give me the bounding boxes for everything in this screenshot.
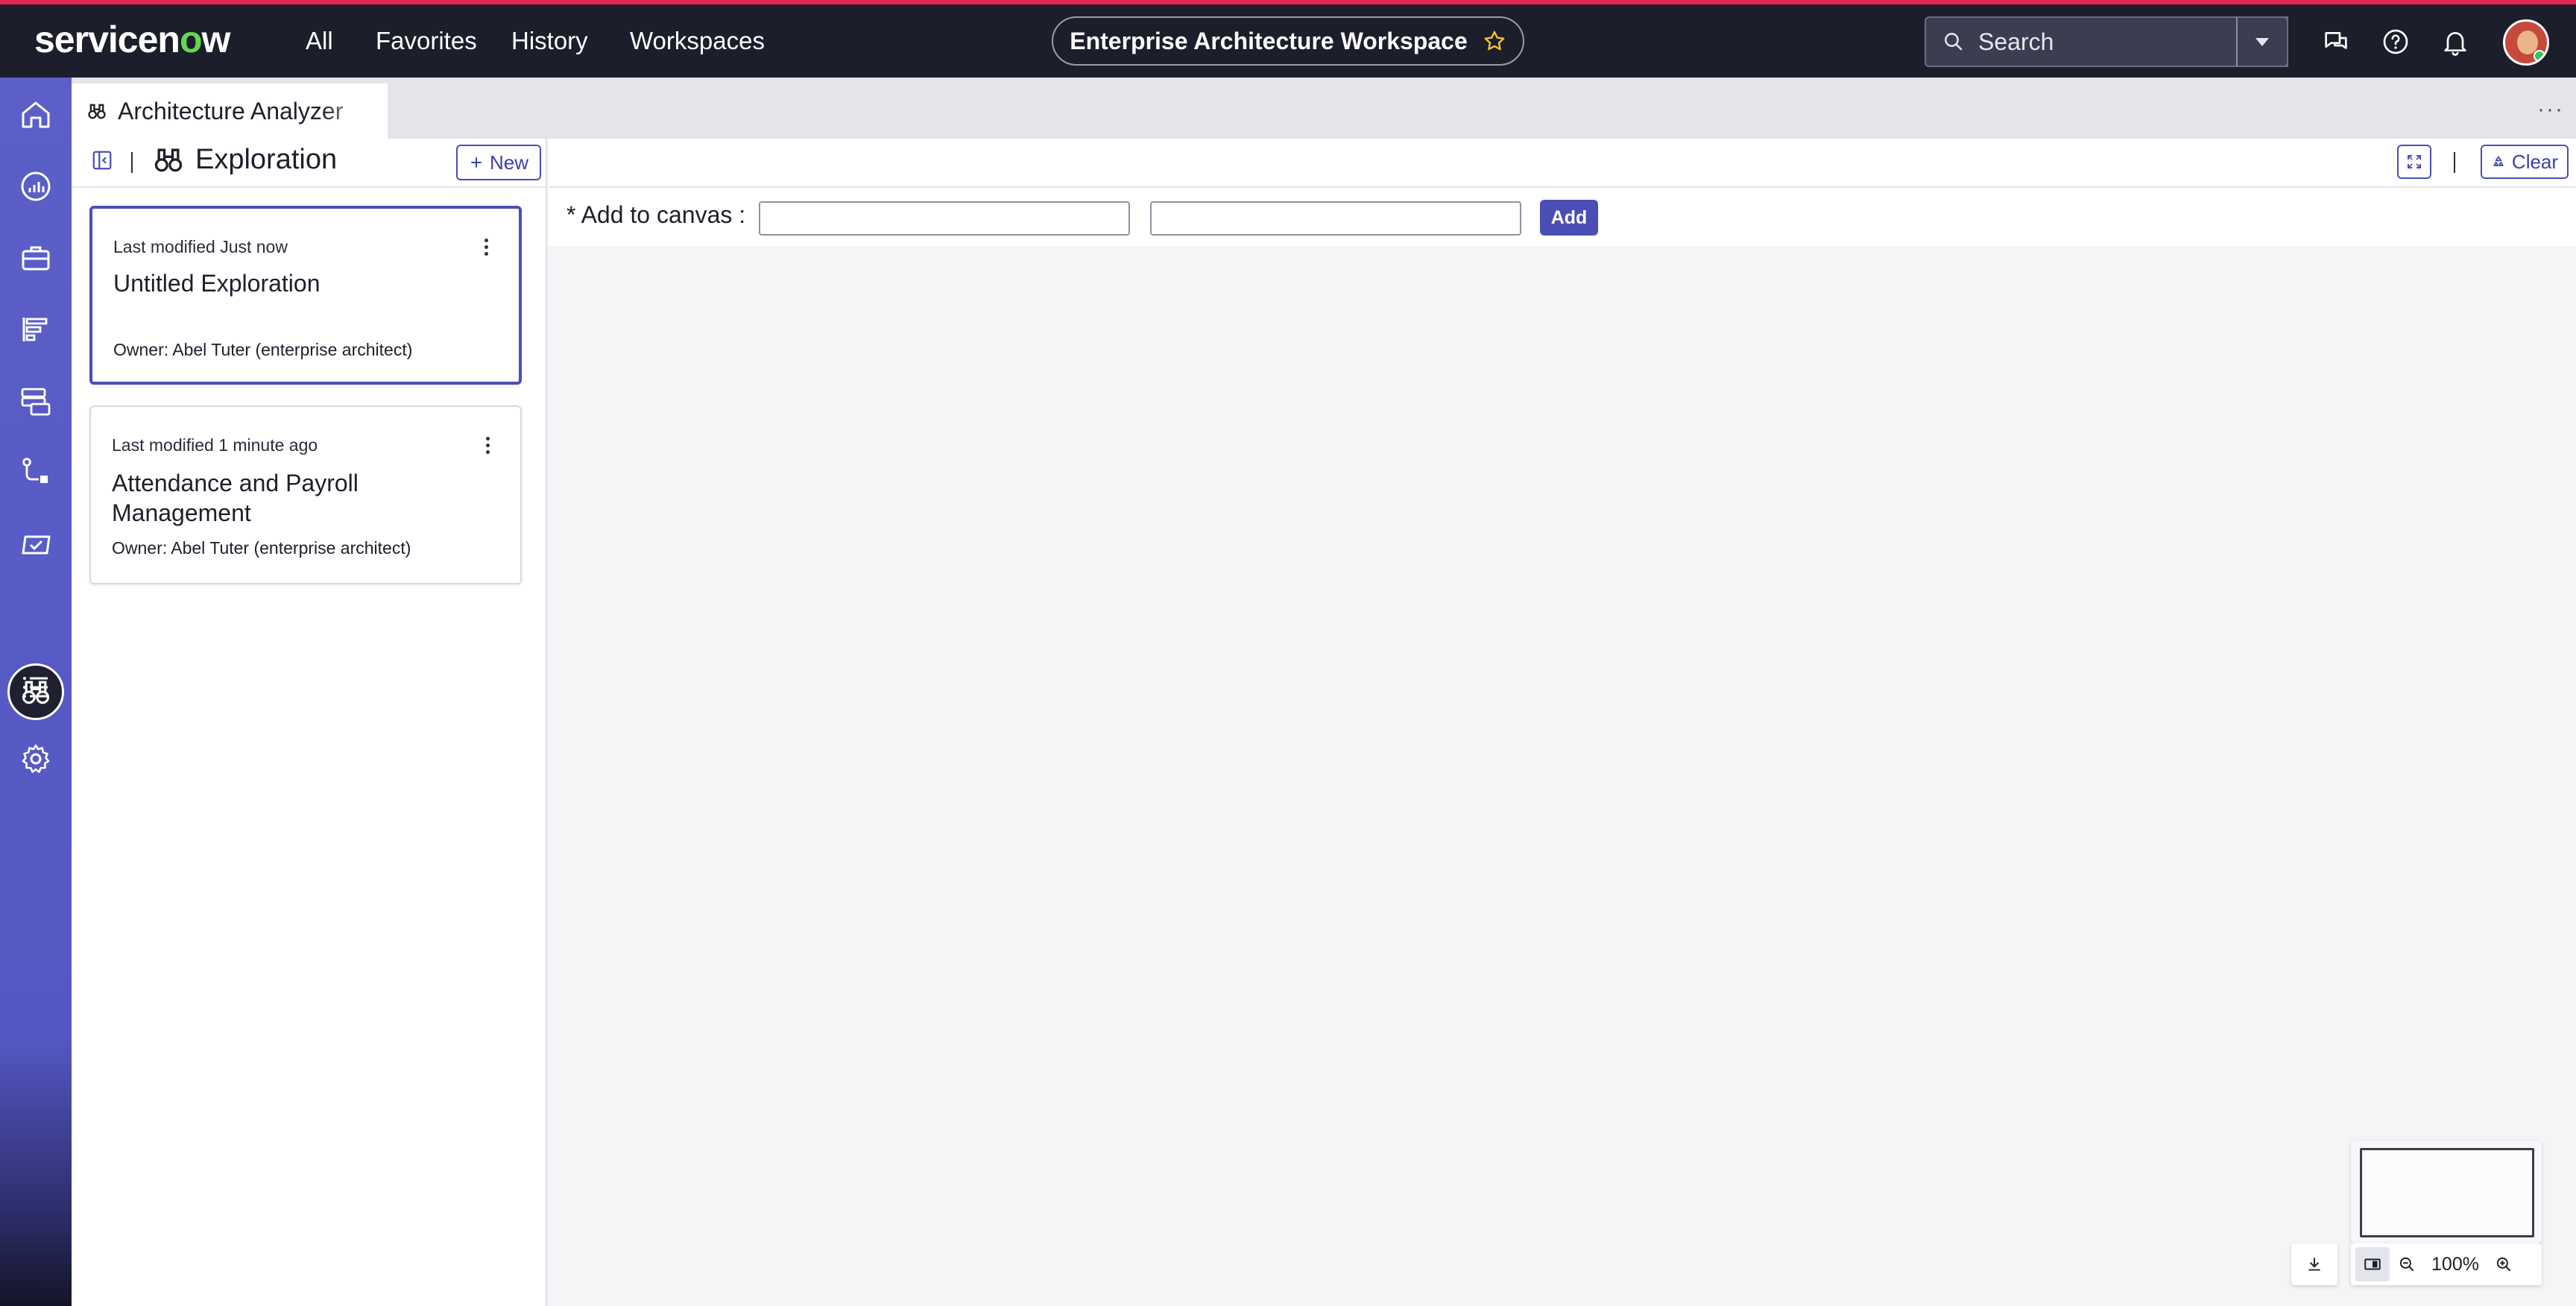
left-rail (0, 78, 72, 1306)
minimap-icon (2363, 1255, 2382, 1274)
roadmap-icon[interactable] (18, 312, 54, 347)
tab-strip (72, 78, 2576, 139)
search-scope-dropdown[interactable] (2236, 16, 2288, 67)
new-exploration-button[interactable]: New (456, 145, 541, 180)
logo-text: servicen (34, 19, 180, 60)
star-icon[interactable] (1483, 29, 1506, 53)
kebab-menu-icon[interactable] (484, 239, 489, 259)
tab-fade (321, 83, 388, 139)
zoom-controls: 100% (2351, 1243, 2542, 1285)
fullscreen-button[interactable] (2397, 145, 2431, 179)
collapse-panel-icon[interactable] (91, 149, 113, 171)
add-to-canvas-label: * Add to canvas : (566, 201, 746, 228)
logo-text-o: o (179, 19, 203, 60)
plus-icon (469, 155, 484, 170)
expand-icon (2405, 153, 2423, 171)
nav-all[interactable]: All (306, 27, 333, 55)
bell-icon[interactable] (2440, 27, 2470, 57)
binoculars-icon (86, 101, 107, 122)
top-header: servicenow All Favorites History Workspa… (0, 0, 2576, 78)
exploration-card[interactable]: Last modified 1 minute ago Attendance an… (89, 406, 522, 584)
more-options-icon[interactable]: ··· (2537, 97, 2564, 122)
add-button[interactable]: Add (1540, 200, 1598, 236)
card-last-modified: Last modified Just now (113, 237, 288, 256)
exploration-canvas[interactable] (549, 246, 2576, 1306)
new-button-label: New (489, 151, 528, 174)
kebab-menu-icon[interactable] (486, 437, 490, 457)
zoom-level: 100% (2431, 1253, 2479, 1275)
clear-button[interactable]: Clear (2481, 145, 2569, 179)
add-to-canvas-input-2[interactable] (1150, 201, 1521, 236)
logo-text-w: w (201, 19, 230, 60)
analytics-icon[interactable] (18, 168, 54, 204)
servicenow-logo[interactable]: servicenow (34, 18, 230, 61)
exploration-panel: Exploration New Last modified Just now U… (72, 139, 547, 1306)
settings-icon[interactable] (18, 741, 54, 777)
clear-label: Clear (2511, 150, 2559, 173)
chevron-down-icon (2253, 36, 2271, 48)
tab-architecture-analyzer[interactable]: Architecture Analyzer (72, 83, 388, 139)
presence-indicator (2534, 50, 2545, 62)
home-icon[interactable] (18, 97, 54, 133)
binoculars-icon (152, 143, 185, 176)
data-icon[interactable] (18, 383, 54, 419)
exploration-card[interactable]: Last modified Just now Untitled Explorat… (89, 206, 522, 385)
panel-header: Exploration New (72, 139, 547, 188)
briefcase-icon[interactable] (18, 240, 54, 276)
zoom-out-button[interactable] (2390, 1247, 2424, 1281)
tab-label: Architecture Analyzer (118, 97, 344, 124)
workspace-title-pill[interactable]: Enterprise Architecture Workspace (1052, 16, 1524, 66)
card-title: Attendance and Payroll Management (112, 470, 359, 526)
search-icon (1942, 31, 1965, 53)
nav-history[interactable]: History (511, 27, 588, 55)
check-icon[interactable] (18, 526, 54, 562)
zoom-out-icon (2397, 1255, 2416, 1274)
panel-title-text: Exploration (195, 143, 338, 175)
zoom-in-button[interactable] (2487, 1247, 2521, 1281)
card-owner: Owner: Abel Tuter (enterprise architect) (113, 340, 413, 359)
zoom-in-icon (2494, 1255, 2513, 1274)
chat-icon[interactable] (2321, 27, 2351, 57)
download-button[interactable] (2291, 1243, 2337, 1285)
list-icon[interactable] (18, 669, 54, 705)
search-placeholder: Search (1978, 28, 2054, 55)
recycle-icon (2491, 154, 2506, 169)
card-last-modified: Last modified 1 minute ago (112, 435, 318, 455)
canvas-toolbar (549, 139, 2576, 188)
divider (2454, 152, 2455, 173)
global-search-input[interactable]: Search (1925, 16, 2288, 67)
minimap-toggle-button[interactable] (2355, 1247, 2390, 1281)
card-owner: Owner: Abel Tuter (enterprise architect) (112, 538, 411, 558)
minimap-viewport[interactable] (2360, 1148, 2534, 1237)
avatar[interactable] (2503, 19, 2549, 66)
flow-icon[interactable] (18, 455, 54, 490)
nav-workspaces[interactable]: Workspaces (630, 27, 765, 55)
help-icon[interactable] (2381, 27, 2411, 57)
panel-title: Exploration (152, 143, 337, 176)
add-to-canvas-input-1[interactable] (759, 201, 1130, 236)
card-title: Untitled Exploration (113, 270, 321, 297)
workspace-title: Enterprise Architecture Workspace (1070, 27, 1468, 54)
nav-favorites[interactable]: Favorites (376, 27, 477, 55)
download-icon (2305, 1255, 2324, 1274)
divider (131, 152, 133, 173)
